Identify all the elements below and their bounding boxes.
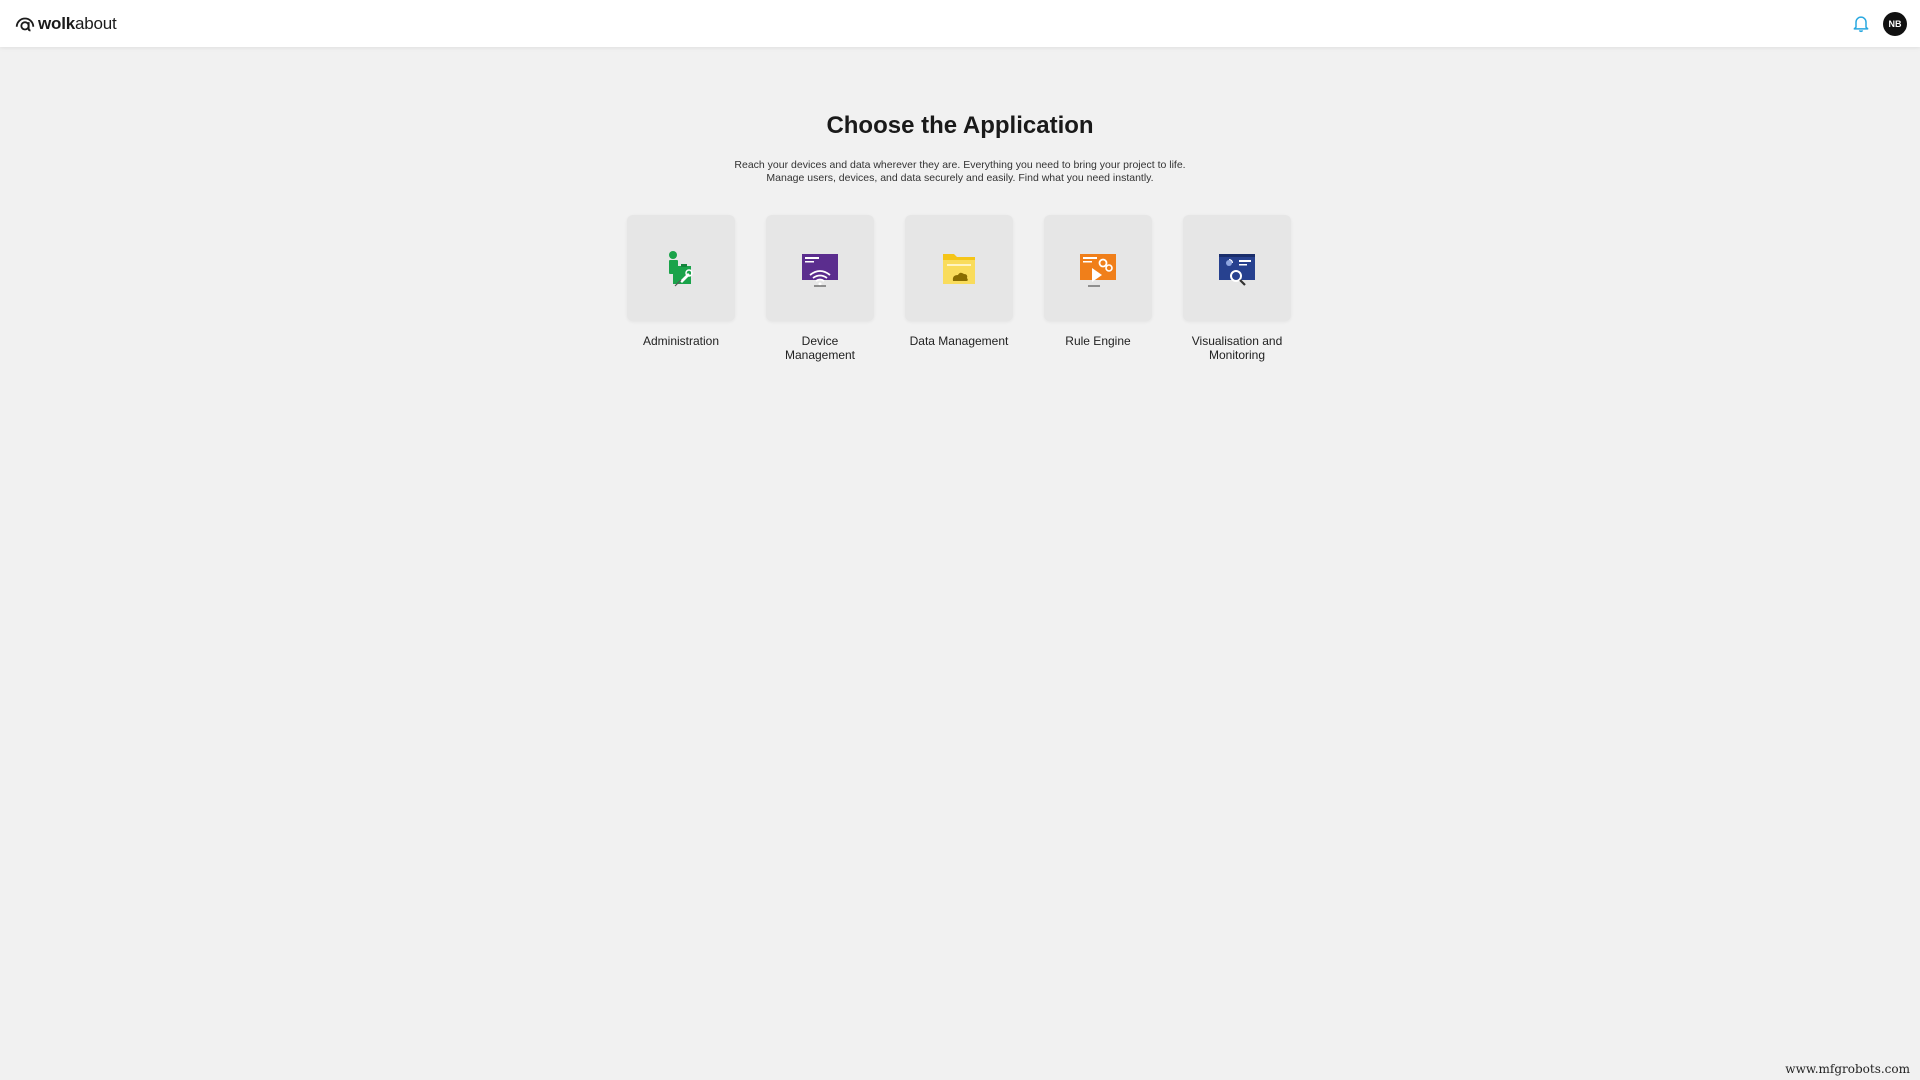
data-management-icon	[943, 254, 975, 284]
app-label: Device Management	[784, 334, 856, 362]
at-sign-icon	[15, 17, 35, 32]
page-subtitle: Reach your devices and data wherever the…	[0, 159, 1920, 185]
logo-text-light: about	[75, 14, 117, 33]
logo-text-bold: wolk	[38, 14, 75, 33]
bell-icon[interactable]	[1851, 13, 1871, 33]
visualisation-icon	[1219, 254, 1255, 286]
app-tile[interactable]	[905, 215, 1013, 321]
app-label: Administration	[642, 334, 720, 348]
subtitle-line-1: Reach your devices and data wherever the…	[734, 159, 1186, 171]
app-data-management[interactable]: Data Management	[904, 215, 1014, 362]
device-management-icon	[802, 254, 838, 287]
top-bar: wolk about NB	[0, 0, 1920, 47]
app-tile[interactable]	[1183, 215, 1291, 321]
page-title: Choose the Application	[826, 112, 1094, 139]
application-list: Administration Device Management Data Ma…	[626, 215, 1292, 362]
app-tile[interactable]	[1044, 215, 1152, 321]
user-avatar[interactable]: NB	[1883, 12, 1907, 36]
subtitle-line-2: Manage users, devices, and data securely…	[766, 172, 1154, 184]
app-label: Visualisation and Monitoring	[1191, 334, 1283, 362]
administration-icon	[669, 251, 693, 287]
wolkabout-logo[interactable]: wolk about	[14, 12, 117, 36]
rule-engine-icon	[1080, 254, 1116, 287]
app-device-management[interactable]: Device Management	[765, 215, 875, 362]
app-tile[interactable]	[766, 215, 874, 321]
app-label: Data Management	[909, 334, 1009, 348]
app-visualisation-and-monitoring[interactable]: Visualisation and Monitoring	[1182, 215, 1292, 362]
watermark-text: www.mfgrobots.com	[1785, 1062, 1910, 1076]
app-label: Rule Engine	[1065, 334, 1131, 348]
app-administration[interactable]: Administration	[626, 215, 736, 362]
app-tile[interactable]	[627, 215, 735, 321]
app-rule-engine[interactable]: Rule Engine	[1043, 215, 1153, 362]
